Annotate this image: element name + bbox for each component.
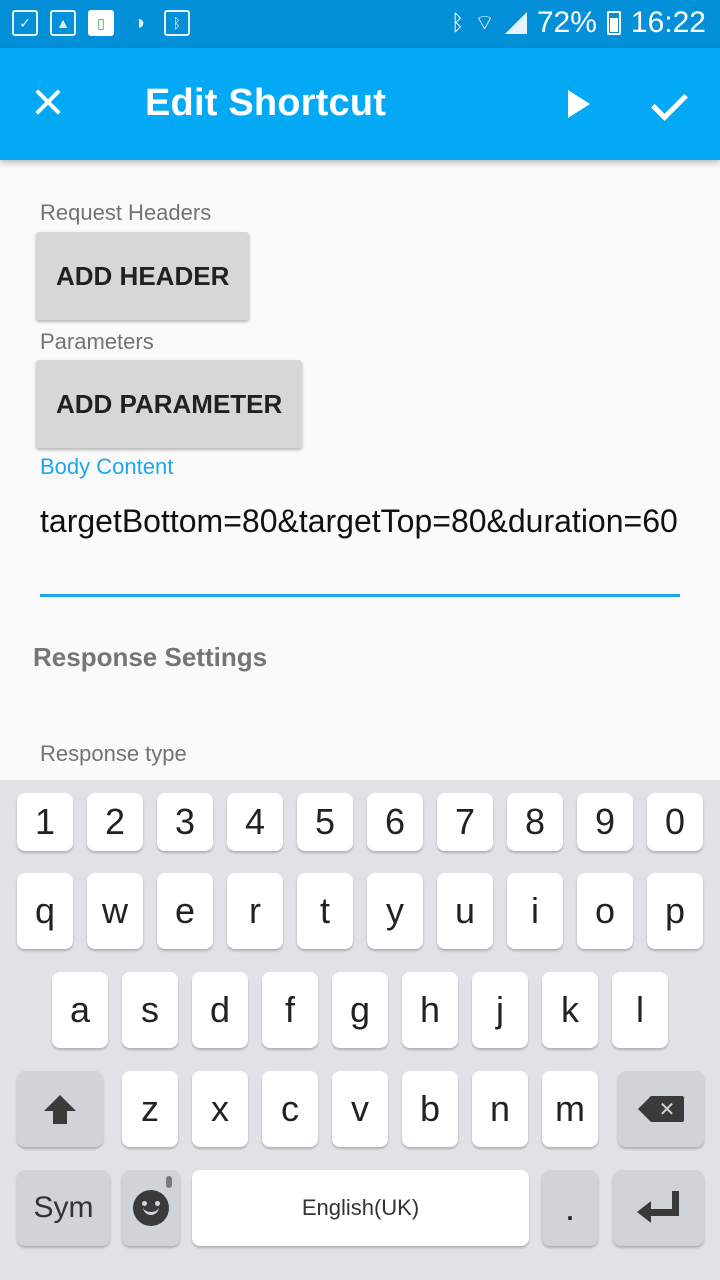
key-4[interactable]: 4 <box>227 793 283 851</box>
space-key[interactable]: English(UK) <box>192 1170 529 1246</box>
clock: 16:22 <box>630 6 706 39</box>
key-e[interactable]: e <box>157 873 213 949</box>
key-z[interactable]: z <box>122 1071 178 1147</box>
key-h[interactable]: h <box>402 972 458 1048</box>
shift-key[interactable] <box>17 1071 103 1147</box>
key-n[interactable]: n <box>472 1071 528 1147</box>
clipboard-icon: ✓ <box>12 10 38 36</box>
check-icon[interactable] <box>652 82 692 122</box>
key-2[interactable]: 2 <box>87 793 143 851</box>
sym-key[interactable]: Sym <box>17 1170 110 1246</box>
bluetooth-icon: ᛒ <box>450 10 465 35</box>
vibrate-icon: ▯ <box>88 10 114 36</box>
body-content-input[interactable]: targetBottom=80&targetTop=80&duration=60 <box>40 500 680 597</box>
enter-key[interactable] <box>613 1170 704 1246</box>
key-g[interactable]: g <box>332 972 388 1048</box>
key-b[interactable]: b <box>402 1071 458 1147</box>
key-0[interactable]: 0 <box>647 793 703 851</box>
mic-icon <box>166 1176 172 1188</box>
close-icon[interactable] <box>28 82 68 122</box>
key-5[interactable]: 5 <box>297 793 353 851</box>
key-u[interactable]: u <box>437 873 493 949</box>
add-header-button[interactable]: ADD HEADER <box>36 232 250 320</box>
key-3[interactable]: 3 <box>157 793 213 851</box>
add-parameter-button[interactable]: ADD PARAMETER <box>36 360 303 448</box>
key-8[interactable]: 8 <box>507 793 563 851</box>
key-l[interactable]: l <box>612 972 668 1048</box>
key-f[interactable]: f <box>262 972 318 1048</box>
backspace-icon: ✕ <box>638 1096 684 1122</box>
page-title: Edit Shortcut <box>145 82 387 124</box>
key-w[interactable]: w <box>87 873 143 949</box>
parameters-label: Parameters <box>40 329 154 354</box>
key-i[interactable]: i <box>507 873 563 949</box>
key-j[interactable]: j <box>472 972 528 1048</box>
status-bar: ✓ ▲ ▯ ◑ ᛒ ᛒ ⌔ 72% 16:22 <box>0 0 720 48</box>
key-v[interactable]: v <box>332 1071 388 1147</box>
key-7[interactable]: 7 <box>437 793 493 851</box>
key-d[interactable]: d <box>192 972 248 1048</box>
enter-icon <box>636 1191 681 1225</box>
period-key[interactable]: . <box>542 1170 598 1246</box>
key-x[interactable]: x <box>192 1071 248 1147</box>
notification-icons: ✓ ▲ ▯ ◑ ᛒ <box>12 10 190 36</box>
shift-arrow-icon <box>44 1095 76 1124</box>
response-settings-title: Response Settings <box>33 642 268 672</box>
key-a[interactable]: a <box>52 972 108 1048</box>
key-p[interactable]: p <box>647 873 703 949</box>
key-m[interactable]: m <box>542 1071 598 1147</box>
wifi-icon: ⌔ <box>474 10 495 35</box>
key-6[interactable]: 6 <box>367 793 423 851</box>
battery-icon <box>606 11 621 35</box>
backspace-key[interactable]: ✕ <box>618 1071 704 1147</box>
key-s[interactable]: s <box>122 972 178 1048</box>
contrast-icon: ◑ <box>132 12 146 34</box>
key-y[interactable]: y <box>367 873 423 949</box>
key-c[interactable]: c <box>262 1071 318 1147</box>
response-type-label: Response type <box>40 741 187 766</box>
body-content-label: Body Content <box>40 454 174 479</box>
key-k[interactable]: k <box>542 972 598 1048</box>
bluetooth-app-icon: ᛒ <box>164 10 190 36</box>
edit-form: Request Headers ADD HEADER Parameters AD… <box>0 160 720 780</box>
key-1[interactable]: 1 <box>17 793 73 851</box>
app-bar: Edit Shortcut <box>0 48 720 160</box>
gallery-icon: ▲ <box>50 10 76 36</box>
request-headers-label: Request Headers <box>40 200 212 225</box>
key-t[interactable]: t <box>297 873 353 949</box>
key-o[interactable]: o <box>577 873 633 949</box>
key-r[interactable]: r <box>227 873 283 949</box>
signal-icon <box>504 12 527 34</box>
soft-keyboard: 1 2 3 4 5 6 7 8 9 0 q w e r t y u i o p … <box>0 780 720 1280</box>
emoji-key[interactable] <box>122 1170 180 1246</box>
battery-percent: 72% <box>536 6 597 39</box>
system-status: ᛒ ⌔ 72% 16:22 <box>451 6 706 40</box>
play-icon[interactable] <box>568 90 590 118</box>
key-9[interactable]: 9 <box>577 793 633 851</box>
key-q[interactable]: q <box>17 873 73 949</box>
emoji-icon <box>133 1190 169 1226</box>
